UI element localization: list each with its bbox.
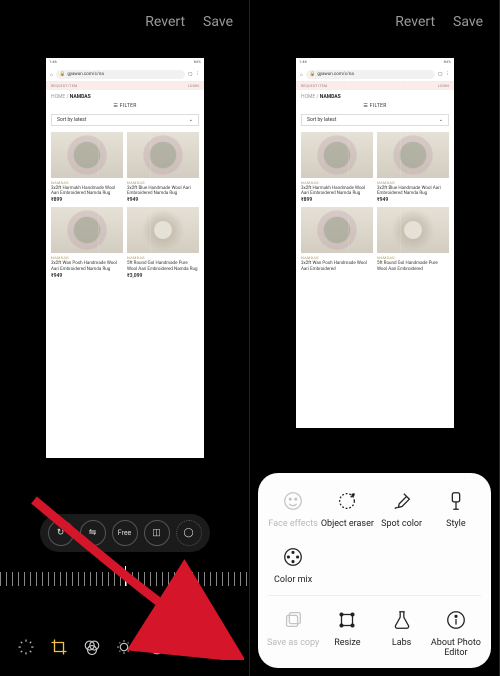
editor-topbar: Revert Save [250,0,499,38]
chevron-down-icon: ⌄ [189,117,193,123]
sort-dropdown: Sort by latest⌄ [301,114,449,126]
transform-toolbar: ↻ ⇋ Free ◫ ◯ [40,514,210,552]
save-as-copy-option: Save as copy [266,606,320,658]
editor-pane-right: Revert Save 1:4684% ⌂ 🔒gyawun.com/c/na ▢… [250,0,500,676]
ratio-free-button[interactable]: Free [112,520,138,546]
save-button[interactable]: Save [453,14,483,30]
url-text: gyawun.com/c/na [67,72,103,77]
lasso-button[interactable]: ◯ [176,520,202,546]
editor-bottom-nav: ⋮ [0,636,249,658]
editor-pane-left: Revert Save 1:46 84% ⌂ 🔒gyawun.com/c/na … [0,0,250,676]
more-options-sheet: Face effects Object eraser Spot color St… [258,473,491,668]
product-card: NAMDAS 5ft Round Gol Handmade Pure Wool … [377,207,449,271]
product-card: NAMDAS 5ft Round Gol Handmade Pure Wool … [127,207,199,278]
breadcrumb: HOME / NAMDAS [296,90,454,100]
edited-image: 1:4684% ⌂ 🔒gyawun.com/c/na ▢ ⋮ REQUEST I… [296,58,454,428]
labs-icon [388,606,416,634]
lock-icon: 🔒 [60,72,66,77]
spot-color-icon [388,487,416,515]
chevron-down-icon: ⌄ [439,117,443,123]
auto-icon[interactable] [15,636,37,658]
save-button[interactable]: Save [203,14,233,30]
resize-option[interactable]: Resize [320,606,374,658]
menu-icon: ⋮ [446,72,451,77]
revert-button[interactable]: Revert [395,14,435,30]
product-card: NAMDAS 3x2ft Blue Handmade Wool Aari Emb… [127,132,199,203]
revert-button[interactable]: Revert [145,14,185,30]
color-mix-option[interactable]: Color mix [266,543,320,585]
more-options-button[interactable]: ⋮ [212,636,234,658]
editor-topbar: Revert Save [0,0,249,38]
lock-icon: 🔒 [310,72,316,77]
style-option[interactable]: Style [429,487,483,529]
save-as-copy-icon [279,606,307,634]
site-topbar: REQUEST ITEM LOGIN [46,82,204,90]
face-effects-icon [279,487,307,515]
product-card: NAMDAS 3x2ft Harmukh Handmade Wool Aari … [301,132,373,203]
product-card: NAMDAS 3x2ft Wan Posh Handmade Wool Aari… [301,207,373,271]
filter-label: ☰ FILTER [296,100,454,112]
color-mix-icon [279,543,307,571]
browser-urlbar: ⌂ 🔒gyawun.com/c/na ▢ ⋮ [46,68,204,82]
style-icon [442,487,470,515]
info-icon [442,606,470,634]
labs-option[interactable]: Labs [375,606,429,658]
sheet-divider [268,595,481,596]
product-card: NAMDAS 3x2ft Blue Handmade Wool Aari Emb… [377,132,449,203]
home-icon: ⌂ [300,72,303,78]
breadcrumb: HOME / NAMDAS [46,90,204,100]
menu-icon: ⋮ [196,72,201,77]
browser-urlbar: ⌂ 🔒gyawun.com/c/na ▢ ⋮ [296,68,454,82]
filter-label: ☰ FILTER [46,100,204,112]
edited-image: 1:46 84% ⌂ 🔒gyawun.com/c/na ▢ ⋮ REQUEST … [46,58,204,458]
adjust-icon[interactable] [113,636,135,658]
about-photo-editor-option[interactable]: About Photo Editor [429,606,483,658]
flip-button[interactable]: ⇋ [80,520,106,546]
product-grid: NAMDAS 3x2ft Harmukh Handmade Wool Aari … [46,128,204,283]
rotate-button[interactable]: ↻ [48,520,74,546]
straighten-slider[interactable] [0,568,249,590]
sticker-icon[interactable] [146,636,168,658]
phone-statusbar: 1:4684% [296,58,454,68]
product-card: NAMDAS 3x2ft Wan Posh Handmade Wool Aari… [51,207,123,278]
resize-icon [333,606,361,634]
tabs-icon: ▢ [188,72,192,77]
object-eraser-icon [333,487,361,515]
draw-icon[interactable] [179,636,201,658]
product-grid: NAMDAS 3x2ft Harmukh Handmade Wool Aari … [296,128,454,276]
home-icon: ⌂ [50,72,53,78]
product-card: NAMDAS 3x2ft Harmukh Handmade Wool Aari … [51,132,123,203]
object-eraser-option[interactable]: Object eraser [320,487,374,529]
face-effects-option: Face effects [266,487,320,529]
sort-dropdown: Sort by latest⌄ [51,114,199,126]
spot-color-option[interactable]: Spot color [375,487,429,529]
perspective-button[interactable]: ◫ [144,520,170,546]
filters-icon[interactable] [81,636,103,658]
site-topbar: REQUEST ITEMLOGIN [296,82,454,90]
crop-icon[interactable] [48,636,70,658]
tabs-icon: ▢ [438,72,442,77]
phone-statusbar: 1:46 84% [46,58,204,68]
